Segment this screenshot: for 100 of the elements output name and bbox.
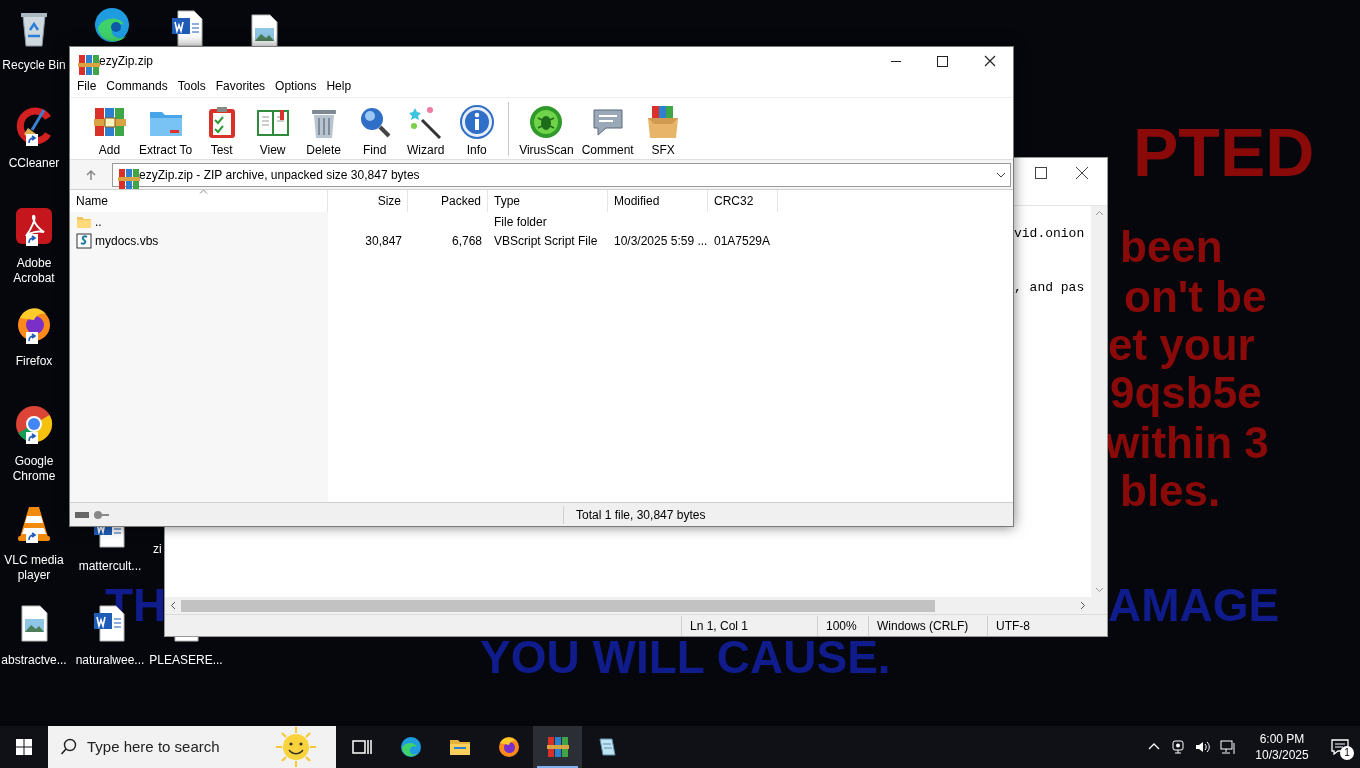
wallpaper-text: PTED — [1133, 118, 1315, 186]
desktop-icon-label[interactable]: Adobe Acrobat — [0, 256, 68, 286]
desktop-icon-label[interactable]: Firefox — [15, 354, 53, 369]
column-header[interactable]: CRC32 — [708, 190, 778, 212]
scroll-right-icon[interactable] — [1080, 601, 1086, 610]
message-icon — [1331, 739, 1349, 755]
column-header[interactable]: Name — [70, 190, 328, 212]
windows-logo-icon — [16, 739, 32, 755]
toolbar-button[interactable]: Info — [451, 99, 503, 158]
shortcut-arrow-icon — [26, 332, 38, 344]
status-text: Total 1 file, 30,847 bytes — [563, 505, 706, 524]
desktop-icon-label[interactable]: PLEASERE... — [149, 653, 223, 668]
menu-item[interactable]: Favorites — [210, 76, 271, 96]
address-field[interactable]: ezyZip.zip - ZIP archive, unpacked size 30,847 bytes — [112, 162, 1011, 187]
file-row[interactable]: .. File folder — [70, 212, 1013, 231]
status-field: 100% — [817, 615, 868, 636]
chrome-icon — [14, 404, 54, 444]
menu-item[interactable]: File — [72, 76, 102, 96]
table-cell-text: File folder — [494, 213, 547, 231]
wallpaper-text: AMAGE — [1108, 582, 1280, 628]
table-cell-text: 6,768 — [451, 232, 482, 250]
close-icon[interactable] — [1075, 166, 1089, 180]
edge-icon — [398, 735, 423, 759]
toolbar-button[interactable]: Delete — [298, 99, 350, 158]
table-cell-text: VBScript Script File — [494, 232, 598, 250]
network-icon[interactable] — [1220, 739, 1236, 755]
up-arrow-icon[interactable] — [85, 168, 97, 181]
table-cell-text: mydocs.vbs — [95, 232, 159, 250]
shortcut-arrow-icon — [26, 531, 38, 543]
table-cell-text: .. — [95, 213, 102, 231]
toolbar-button[interactable]: Extract To — [135, 99, 197, 158]
horizontal-scrollbar[interactable] — [165, 597, 1107, 614]
toolbar-button[interactable]: VirusScan — [515, 99, 578, 158]
table-cell-text: 10/3/2025 5:59 ... — [614, 232, 708, 250]
desktop-icon-label[interactable]: VLC media player — [0, 553, 68, 583]
status-field: Windows (CRLF) — [868, 615, 987, 636]
toolbar-button[interactable]: Test — [196, 99, 248, 158]
toolbar-button[interactable]: View — [247, 99, 299, 158]
scrollbar-thumb[interactable] — [181, 599, 935, 612]
book-stack-icon — [117, 166, 141, 191]
speaker-icon[interactable] — [1195, 739, 1211, 755]
shortcut-arrow-icon — [26, 432, 38, 444]
table-cell-text: 01A7529A — [714, 232, 771, 250]
taskbar-button[interactable] — [533, 726, 582, 768]
text-line: , and pas — [1014, 279, 1086, 297]
menu-item[interactable]: Commands — [101, 76, 173, 96]
search-field[interactable]: Type here to search — [48, 726, 336, 768]
column-header[interactable]: Type — [488, 190, 608, 212]
column-header[interactable]: Modified — [608, 190, 708, 212]
edge-icon — [92, 5, 132, 45]
acrobat-icon — [14, 206, 54, 246]
maximize-icon[interactable] — [937, 55, 948, 67]
search-icon — [60, 738, 78, 756]
table-cell-text: 30,847 — [365, 232, 402, 250]
wallpaper-text: 9qsb5e — [1110, 371, 1262, 415]
toolbar-button[interactable]: Wizard — [400, 99, 452, 158]
clock[interactable]: 6:00 PM 10/3/2025 — [1244, 731, 1320, 763]
book-stack-icon — [77, 53, 101, 77]
toolbar-button[interactable]: Find — [349, 99, 401, 158]
info-icon — [458, 103, 495, 140]
minimize-icon[interactable] — [891, 60, 901, 62]
toolbar-button[interactable]: Add — [84, 99, 135, 158]
wallpaper-text: within 3 — [1105, 421, 1269, 465]
firefox-icon — [496, 735, 521, 759]
text-area[interactable]: vid.onion , and pas — [1014, 206, 1091, 597]
maximize-icon[interactable] — [1035, 167, 1047, 179]
drive-key-icon — [74, 509, 110, 520]
desktop-icon-label[interactable]: Google Chrome — [0, 454, 68, 484]
column-header[interactable]: Size — [328, 190, 408, 212]
wallpaper-text: on't be — [1124, 275, 1267, 319]
menu-item[interactable]: Help — [321, 76, 357, 96]
status-field: UTF-8 — [987, 615, 1087, 636]
file-row[interactable]: mydocs.vbs 30,847 6,768 VBScript Script File 10/3/2025 5:59 ... 01A7529A — [70, 231, 1013, 250]
status-field: Ln 1, Col 1 — [681, 615, 817, 636]
window-title: ezyZip.zip — [99, 53, 154, 70]
wallpaper-text: et your — [1108, 323, 1255, 367]
bug-icon — [528, 103, 565, 140]
shortcut-arrow-icon — [26, 134, 38, 146]
notification-count: 1 — [1340, 746, 1354, 760]
toolbar-button[interactable]: SFX — [637, 99, 689, 158]
wallpaper-text: bles. — [1120, 469, 1221, 513]
desktop-icon-label[interactable]: abstractve... — [1, 653, 67, 668]
menu-item[interactable]: Tools — [172, 76, 211, 96]
scroll-left-icon[interactable] — [170, 601, 176, 610]
column-header[interactable]: Packed — [408, 190, 488, 212]
menu-item[interactable]: Options — [270, 76, 322, 96]
wallpaper-text: been — [1120, 225, 1223, 269]
dropdown-caret-icon[interactable] — [996, 171, 1006, 178]
webcam-icon[interactable] — [1170, 739, 1186, 755]
text-line: vid.onion — [1014, 225, 1086, 243]
desktop-icon-label[interactable]: CCleaner — [8, 156, 60, 171]
script-file-icon — [76, 232, 92, 249]
notification-button[interactable]: 1 — [1320, 726, 1360, 768]
toolbar-button[interactable]: Comment — [577, 99, 638, 158]
desktop-icon-label[interactable]: naturalwee... — [75, 653, 145, 668]
desktop-icon-label[interactable]: Recycle Bin — [2, 58, 66, 73]
close-icon[interactable] — [984, 55, 996, 67]
desktop-icon-label[interactable]: zi — [153, 542, 162, 556]
book-stack-icon — [545, 735, 570, 759]
desktop-icon-label[interactable]: mattercult... — [78, 559, 142, 574]
